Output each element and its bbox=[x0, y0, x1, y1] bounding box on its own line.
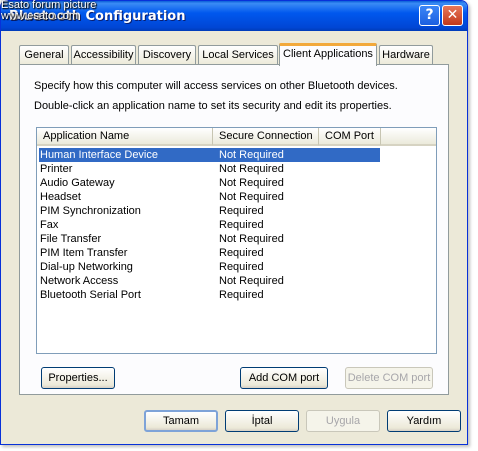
app-name: Audio Gateway bbox=[40, 177, 115, 189]
app-name: Bluetooth Serial Port bbox=[40, 289, 141, 301]
secure-connection: Not Required bbox=[219, 191, 284, 203]
app-name: Dial-up Networking bbox=[40, 261, 133, 273]
list-item[interactable]: Headset Not Required bbox=[39, 190, 436, 204]
list-item[interactable]: Bluetooth Serial Port Required bbox=[39, 288, 436, 302]
client-applications-panel: Specify how this computer will access se… bbox=[19, 64, 449, 395]
delete-com-port-button[interactable]: Delete COM port bbox=[345, 367, 433, 389]
list-item[interactable]: Human Interface Device Not Required bbox=[39, 148, 380, 162]
list-item[interactable]: File Transfer Not Required bbox=[39, 232, 436, 246]
secure-connection: Required bbox=[219, 219, 264, 231]
secure-connection: Not Required bbox=[219, 163, 284, 175]
tab-local-services[interactable]: Local Services bbox=[198, 45, 278, 65]
secure-connection: Not Required bbox=[219, 275, 284, 287]
app-name: PIM Synchronization bbox=[40, 205, 141, 217]
secure-connection: Required bbox=[219, 289, 264, 301]
app-name: Headset bbox=[40, 191, 81, 203]
tab-general[interactable]: General bbox=[19, 45, 69, 65]
column-secure-connection[interactable]: Secure Connection bbox=[213, 128, 319, 146]
secure-connection: Not Required bbox=[219, 149, 284, 161]
app-name: Human Interface Device bbox=[40, 149, 158, 161]
secure-connection: Required bbox=[219, 247, 264, 259]
description-line-1: Specify how this computer will access se… bbox=[34, 80, 398, 92]
app-name: Fax bbox=[40, 219, 59, 231]
ok-button[interactable]: Tamam bbox=[144, 410, 218, 432]
bluetooth-configuration-window: Bluetooth Configuration ? ✕ General Acce… bbox=[0, 0, 468, 445]
properties-button[interactable]: Properties... bbox=[41, 367, 115, 389]
list-item[interactable]: PIM Item Transfer Required bbox=[39, 246, 436, 260]
list-item[interactable]: Fax Required bbox=[39, 218, 436, 232]
secure-connection: Required bbox=[219, 261, 264, 273]
applications-list[interactable]: Application Name Secure Connection COM P… bbox=[36, 127, 437, 354]
tab-client-applications[interactable]: Client Applications bbox=[279, 43, 377, 66]
list-item[interactable]: Network Access Not Required bbox=[39, 274, 436, 288]
watermark: Esato forum picture www.esato.com bbox=[1, 0, 96, 22]
secure-connection: Required bbox=[219, 205, 264, 217]
app-name: Printer bbox=[40, 163, 73, 175]
description-line-2: Double-click an application name to set … bbox=[34, 100, 392, 112]
column-com-port[interactable]: COM Port bbox=[319, 128, 381, 146]
secure-connection: Not Required bbox=[219, 177, 284, 189]
column-filler bbox=[381, 128, 436, 146]
list-item[interactable]: PIM Synchronization Required bbox=[39, 204, 436, 218]
app-name: File Transfer bbox=[40, 233, 102, 245]
help-icon[interactable]: ? bbox=[419, 5, 440, 26]
app-name: Network Access bbox=[40, 275, 119, 287]
column-application-name[interactable]: Application Name bbox=[37, 128, 213, 146]
cancel-button[interactable]: İptal bbox=[225, 410, 299, 432]
app-name: PIM Item Transfer bbox=[40, 247, 128, 259]
secure-connection: Not Required bbox=[219, 233, 284, 245]
list-rows: Human Interface Device Not Required Prin… bbox=[39, 148, 436, 302]
list-header: Application Name Secure Connection COM P… bbox=[37, 128, 436, 146]
list-item[interactable]: Printer Not Required bbox=[39, 162, 436, 176]
tab-discovery[interactable]: Discovery bbox=[138, 45, 196, 65]
tab-hardware[interactable]: Hardware bbox=[379, 45, 433, 65]
close-icon[interactable]: ✕ bbox=[442, 5, 463, 26]
add-com-port-button[interactable]: Add COM port bbox=[240, 367, 328, 389]
list-item[interactable]: Audio Gateway Not Required bbox=[39, 176, 436, 190]
apply-button[interactable]: Uygula bbox=[306, 410, 380, 432]
tab-accessibility[interactable]: Accessibility bbox=[71, 45, 136, 65]
watermark-line-2: www.esato.com bbox=[1, 10, 79, 22]
help-button[interactable]: Yardım bbox=[387, 410, 461, 432]
list-item[interactable]: Dial-up Networking Required bbox=[39, 260, 436, 274]
